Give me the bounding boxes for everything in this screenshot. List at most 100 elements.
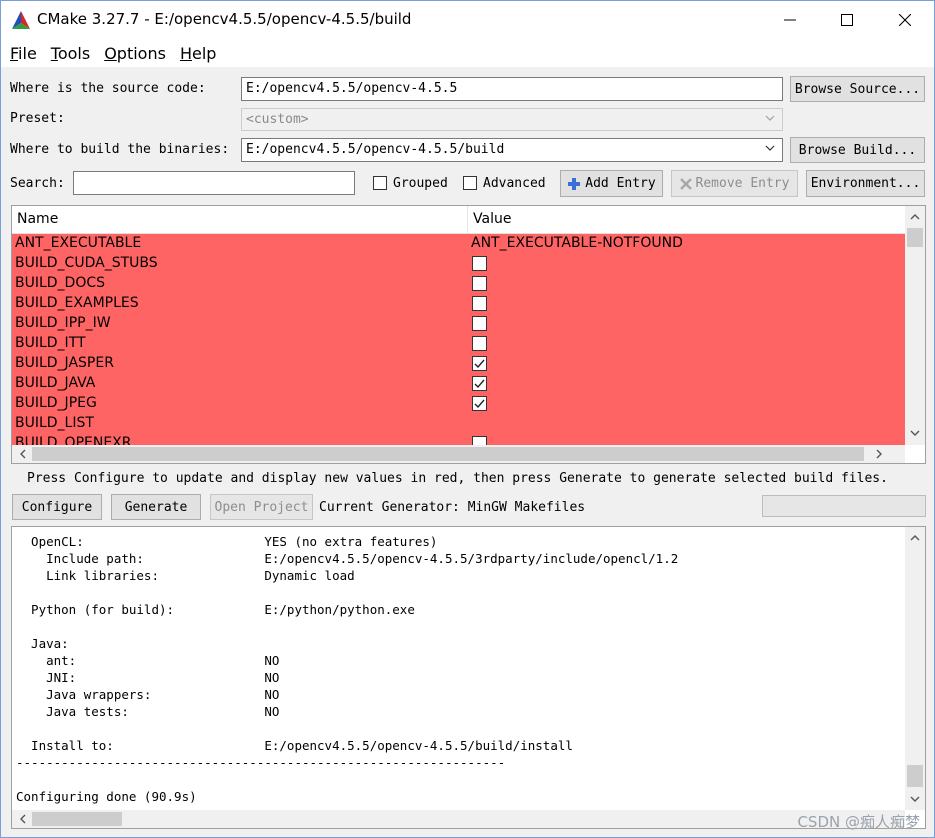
log-vertical-scrollbar[interactable] <box>905 527 925 810</box>
grouped-label: Grouped <box>393 176 448 191</box>
configure-button[interactable]: Configure <box>12 494 102 520</box>
window-title: CMake 3.27.7 - E:/opencv4.5.5/opencv-4.5… <box>37 10 412 28</box>
grouped-checkbox[interactable] <box>373 176 387 190</box>
check-icon <box>474 379 485 389</box>
cache-entry-checkbox[interactable] <box>472 396 487 411</box>
current-generator-label: Current Generator: MinGW Makefiles <box>319 500 586 515</box>
cache-entry-name: BUILD_IPP_IW <box>15 315 111 331</box>
table-row[interactable]: BUILD_ITT <box>12 334 905 354</box>
chevron-down-icon <box>910 796 920 802</box>
column-divider[interactable] <box>467 206 468 234</box>
menu-help-mnemonic: H <box>179 43 192 63</box>
advanced-label: Advanced <box>483 176 546 191</box>
minimize-button[interactable] <box>761 1 819 39</box>
menu-tools-label: ools <box>57 43 91 63</box>
table-row[interactable]: BUILD_DOCS <box>12 274 905 294</box>
log-line: Python (for build): E:/python/python.exe <box>16 602 415 617</box>
binaries-label: Where to build the binaries: <box>10 142 230 157</box>
browse-source-button[interactable]: Browse Source... <box>790 76 925 102</box>
menu-options[interactable]: Options <box>97 44 173 63</box>
chevron-down-icon <box>765 145 775 151</box>
table-row[interactable]: BUILD_CUDA_STUBS <box>12 254 905 274</box>
close-button[interactable] <box>876 1 934 39</box>
check-icon <box>474 359 485 369</box>
menu-options-mnemonic: O <box>104 43 117 63</box>
table-horizontal-scrollbar[interactable] <box>12 445 905 463</box>
menu-file[interactable]: File <box>3 44 44 63</box>
table-vertical-scrollbar[interactable] <box>905 206 925 445</box>
cmake-window: CMake 3.27.7 - E:/opencv4.5.5/opencv-4.5… <box>0 0 935 838</box>
log-line: Java tests: NO <box>16 704 280 719</box>
title-bar[interactable]: CMake 3.27.7 - E:/opencv4.5.5/opencv-4.5… <box>1 1 934 39</box>
menu-file-mnemonic: F <box>10 43 19 63</box>
remove-icon <box>679 177 692 190</box>
table-row[interactable]: BUILD_JPEG <box>12 394 905 414</box>
log-line: JNI: NO <box>16 670 280 685</box>
log-horizontal-scrollbar[interactable] <box>12 810 905 828</box>
table-row[interactable]: BUILD_JASPER <box>12 354 905 374</box>
cache-entry-name: BUILD_JPEG <box>15 395 97 411</box>
cache-entry-checkbox[interactable] <box>472 256 487 271</box>
log-line: Configuring done (90.9s) <box>16 789 197 804</box>
table-hscroll-thumb[interactable] <box>32 447 864 461</box>
log-hscroll-thumb[interactable] <box>32 812 122 826</box>
cache-entry-checkbox[interactable] <box>472 376 487 391</box>
menu-help[interactable]: Help <box>173 44 223 63</box>
log-line: Link libraries: Dynamic load <box>16 568 355 583</box>
cache-entry-checkbox[interactable] <box>472 316 487 331</box>
minimize-icon <box>784 19 796 21</box>
table-row[interactable]: ANT_EXECUTABLE ANT_EXECUTABLE-NOTFOUND <box>12 234 905 254</box>
chevron-left-icon <box>20 814 26 824</box>
cache-entry-checkbox[interactable] <box>472 336 487 351</box>
add-entry-button[interactable]: Add Entry <box>560 170 663 197</box>
log-line: ----------------------------------------… <box>16 755 506 770</box>
table-row[interactable]: BUILD_IPP_IW <box>12 314 905 334</box>
table-body: ANT_EXECUTABLE ANT_EXECUTABLE-NOTFOUND BUI… <box>12 234 905 445</box>
chevron-down-icon <box>765 115 775 121</box>
cache-table[interactable]: Name Value ANT_EXECUTABLE ANT_EXECUTABLE-… <box>11 205 926 464</box>
cache-entry-name: BUILD_CUDA_STUBS <box>15 255 158 271</box>
browse-build-button[interactable]: Browse Build... <box>790 137 925 163</box>
table-row[interactable]: BUILD_JAVA <box>12 374 905 394</box>
binaries-path-combobox[interactable]: E:/opencv4.5.5/opencv-4.5.5/build <box>241 138 783 162</box>
remove-entry-label: Remove Entry <box>695 176 790 191</box>
cache-entry-value[interactable]: ANT_EXECUTABLE-NOTFOUND <box>471 235 683 251</box>
search-label: Search: <box>10 176 65 191</box>
open-project-button[interactable]: Open Project <box>210 494 313 520</box>
environment-button[interactable]: Environment... <box>806 170 925 197</box>
maximize-button[interactable] <box>818 1 876 39</box>
cache-entry-name: BUILD_EXAMPLES <box>15 295 139 311</box>
output-log-text: OpenCL: YES (no extra features) Include … <box>16 533 904 805</box>
cache-entry-checkbox[interactable] <box>472 436 487 445</box>
maximize-icon <box>841 14 853 26</box>
generate-button[interactable]: Generate <box>111 494 201 520</box>
preset-combobox[interactable]: <custom> <box>241 108 783 131</box>
source-path-input[interactable]: E:/opencv4.5.5/opencv-4.5.5 <box>241 77 783 101</box>
cache-entry-checkbox[interactable] <box>472 276 487 291</box>
menu-tools[interactable]: Tools <box>44 44 97 63</box>
cache-entry-checkbox[interactable] <box>472 296 487 311</box>
cache-entry-name: BUILD_JASPER <box>15 355 114 371</box>
log-line: Java: <box>16 636 69 651</box>
log-vscroll-thumb[interactable] <box>907 765 923 787</box>
column-header-value[interactable]: Value <box>473 211 511 227</box>
output-log[interactable]: OpenCL: YES (no extra features) Include … <box>11 526 926 829</box>
cache-entry-name: BUILD_ITT <box>15 335 86 351</box>
column-header-name[interactable]: Name <box>17 211 58 227</box>
table-vscroll-thumb[interactable] <box>907 228 923 247</box>
log-line: Java wrappers: NO <box>16 687 280 702</box>
preset-value: <custom> <box>246 112 309 127</box>
cache-entry-checkbox[interactable] <box>472 356 487 371</box>
table-row[interactable]: BUILD_OPENEXR <box>12 434 905 445</box>
table-row[interactable]: BUILD_LIST <box>12 414 905 434</box>
menu-bar: File Tools Options Help <box>1 39 934 67</box>
remove-entry-button[interactable]: Remove Entry <box>671 170 798 197</box>
advanced-checkbox[interactable] <box>463 176 477 190</box>
menu-options-label: ptions <box>116 43 166 63</box>
table-row[interactable]: BUILD_EXAMPLES <box>12 294 905 314</box>
cache-entry-name: BUILD_JAVA <box>15 375 96 391</box>
search-input[interactable] <box>73 171 355 195</box>
check-icon <box>474 399 485 409</box>
